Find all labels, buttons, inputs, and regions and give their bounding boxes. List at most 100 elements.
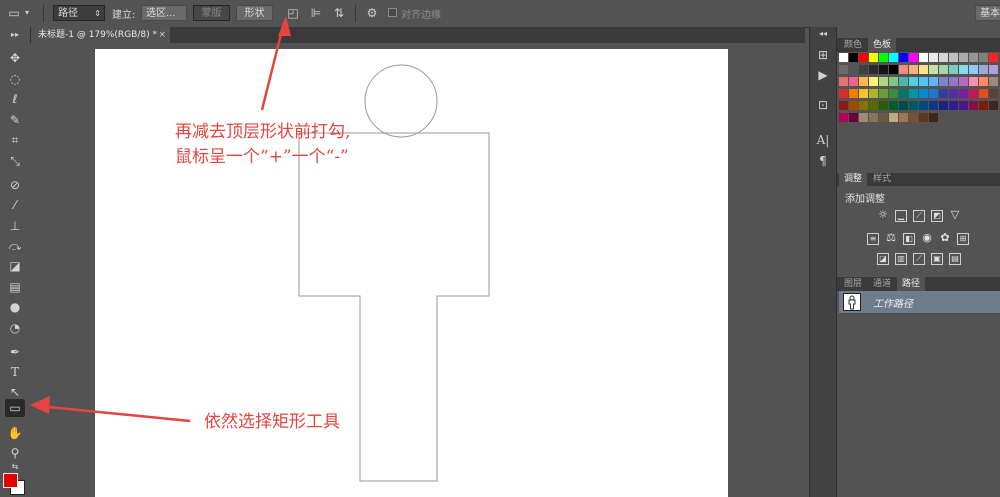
levels-icon[interactable]: ▁ [895, 210, 907, 222]
color-swatch[interactable] [959, 101, 968, 110]
color-swatch[interactable] [879, 65, 888, 74]
color-swatch[interactable] [889, 53, 898, 62]
color-swatch[interactable] [889, 77, 898, 86]
color-swatch[interactable] [839, 53, 848, 62]
paragraph-panel-icon[interactable]: ¶ [814, 153, 832, 169]
color-swatch[interactable] [949, 77, 958, 86]
color-swatch[interactable] [899, 89, 908, 98]
color-swatch[interactable] [979, 101, 988, 110]
color-swatch[interactable] [889, 113, 898, 122]
brightness-icon[interactable]: ☼ [877, 209, 889, 222]
color-swatch[interactable] [929, 77, 938, 86]
color-swatch[interactable] [949, 89, 958, 98]
color-swatch[interactable] [869, 77, 878, 86]
color-swatch[interactable] [849, 53, 858, 62]
color-swatch[interactable] [899, 77, 908, 86]
exposure-icon[interactable]: ◩ [931, 210, 943, 222]
color-swatch[interactable] [929, 113, 938, 122]
color-swatch[interactable] [919, 65, 928, 74]
color-swatch[interactable] [949, 65, 958, 74]
color-swatch[interactable] [849, 101, 858, 110]
color-swatch[interactable] [989, 53, 998, 62]
threshold-icon[interactable]: ⟋ [913, 253, 925, 265]
color-swatch[interactable] [839, 65, 848, 74]
color-swatch[interactable] [989, 77, 998, 86]
tab-styles[interactable]: 样式 [868, 173, 896, 186]
black-white-icon[interactable]: ◧ [903, 233, 915, 245]
color-swatch[interactable] [849, 113, 858, 122]
color-swatch[interactable] [879, 101, 888, 110]
color-swatch[interactable] [839, 101, 848, 110]
color-swatch[interactable] [889, 65, 898, 74]
color-swatch[interactable] [989, 65, 998, 74]
color-swatch[interactable] [909, 113, 918, 122]
color-swatch[interactable] [979, 65, 988, 74]
color-swatch[interactable] [969, 53, 978, 62]
color-swatch[interactable] [849, 65, 858, 74]
actions-panel-icon[interactable]: ▶ [814, 67, 832, 83]
tab-channels[interactable]: 通道 [868, 277, 896, 291]
color-balance-icon[interactable]: ⚖ [885, 232, 897, 245]
channel-mixer-icon[interactable]: ✿ [939, 232, 951, 245]
path-row-work-path[interactable]: 工作路径 [839, 291, 1000, 313]
color-swatch[interactable] [899, 53, 908, 62]
color-swatch[interactable] [869, 113, 878, 122]
tab-adjustments[interactable]: 调整 [839, 173, 868, 186]
color-swatch[interactable] [839, 77, 848, 86]
selective-color-icon[interactable]: ▣ [931, 253, 943, 265]
color-swatch[interactable] [989, 101, 998, 110]
color-swatch[interactable] [929, 65, 938, 74]
color-swatch[interactable] [909, 77, 918, 86]
color-swatch[interactable] [969, 77, 978, 86]
color-swatch[interactable] [919, 53, 928, 62]
color-swatch[interactable] [979, 77, 988, 86]
color-swatch[interactable] [889, 101, 898, 110]
color-swatch[interactable] [939, 53, 948, 62]
color-swatch[interactable] [889, 89, 898, 98]
color-swatch[interactable] [939, 77, 948, 86]
gradient-map-icon[interactable]: ▤ [949, 253, 961, 265]
hue-saturation-icon[interactable]: ≡ [867, 233, 879, 245]
color-swatch[interactable] [979, 89, 988, 98]
color-swatch[interactable] [919, 101, 928, 110]
color-swatch[interactable] [929, 89, 938, 98]
color-swatch[interactable] [959, 89, 968, 98]
tab-swatches[interactable]: 色板 [868, 38, 897, 52]
color-swatch[interactable] [959, 53, 968, 62]
posterize-icon[interactable]: ▥ [895, 253, 907, 265]
color-swatch[interactable] [989, 89, 998, 98]
color-swatch[interactable] [879, 53, 888, 62]
color-swatch[interactable] [939, 101, 948, 110]
color-swatch[interactable] [869, 89, 878, 98]
color-swatch[interactable] [969, 101, 978, 110]
color-swatch[interactable] [859, 65, 868, 74]
color-swatch[interactable] [849, 77, 858, 86]
tab-color[interactable]: 颜色 [839, 38, 867, 52]
color-swatch[interactable] [979, 53, 988, 62]
color-swatch[interactable] [879, 89, 888, 98]
color-swatch[interactable] [969, 89, 978, 98]
color-swatch[interactable] [909, 53, 918, 62]
color-swatch[interactable] [949, 53, 958, 62]
color-swatch[interactable] [839, 89, 848, 98]
color-swatch[interactable] [859, 101, 868, 110]
color-swatch[interactable] [949, 101, 958, 110]
character-panel-icon[interactable]: A| [814, 132, 832, 148]
color-swatch[interactable] [909, 65, 918, 74]
color-swatch[interactable] [869, 101, 878, 110]
color-swatch[interactable] [969, 65, 978, 74]
color-swatch[interactable] [939, 65, 948, 74]
color-swatch[interactable] [939, 89, 948, 98]
color-swatch[interactable] [909, 89, 918, 98]
color-swatch[interactable] [919, 77, 928, 86]
curves-icon[interactable]: ⟋ [913, 210, 925, 222]
color-swatch[interactable] [879, 113, 888, 122]
color-swatch[interactable] [859, 89, 868, 98]
color-swatch[interactable] [899, 65, 908, 74]
collapse-panels-icon[interactable]: ◂◂ [814, 29, 832, 39]
invert-icon[interactable]: ◪ [877, 253, 889, 265]
color-swatch[interactable] [879, 77, 888, 86]
color-swatch[interactable] [839, 113, 848, 122]
color-swatch[interactable] [929, 101, 938, 110]
vibrance-icon[interactable]: ▽ [949, 209, 961, 222]
